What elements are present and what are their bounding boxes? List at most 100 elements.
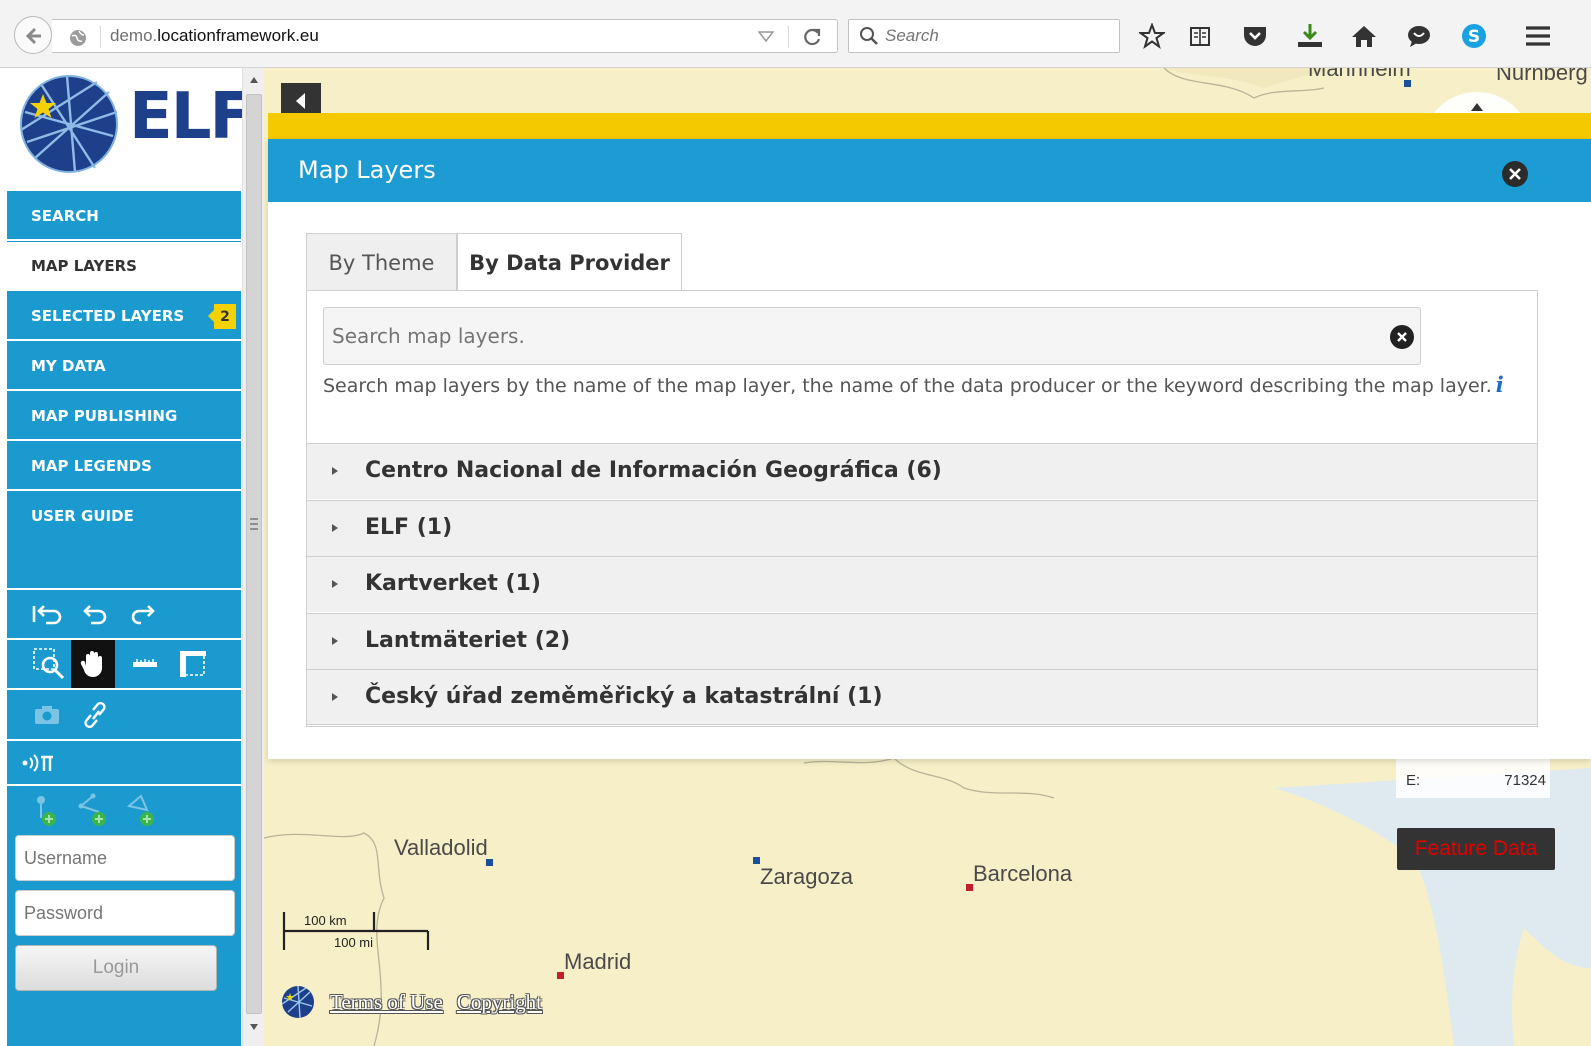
scale-bar: 100 km 100 mi bbox=[282, 910, 432, 954]
city-label: Nurnberg bbox=[1496, 68, 1588, 85]
pocket-icon[interactable] bbox=[1240, 21, 1270, 51]
city-marker bbox=[966, 884, 973, 891]
url-bar[interactable]: demo.locationframework.eu bbox=[52, 19, 838, 53]
dropdown-arrow-icon[interactable] bbox=[758, 31, 774, 43]
bookmark-star-icon[interactable] bbox=[1137, 21, 1167, 51]
menu-user-guide-label: USER GUIDE bbox=[31, 507, 134, 525]
browser-search-input[interactable] bbox=[885, 23, 1111, 49]
undo-icon[interactable] bbox=[73, 590, 117, 638]
layer-search-input[interactable] bbox=[332, 321, 1372, 351]
skype-icon[interactable]: S bbox=[1459, 21, 1489, 51]
sidebar-scrollbar[interactable] bbox=[242, 68, 264, 1046]
coordinate-display: E: 71324 bbox=[1396, 758, 1550, 798]
password-field[interactable] bbox=[15, 890, 235, 936]
history-toolbar bbox=[7, 590, 241, 640]
panel-title: Map Layers bbox=[298, 156, 436, 184]
add-line-icon[interactable] bbox=[73, 786, 117, 834]
redo-icon[interactable] bbox=[121, 590, 165, 638]
copyright-link[interactable]: Copyright bbox=[457, 990, 542, 1015]
menu-hamburger-icon[interactable] bbox=[1523, 21, 1553, 51]
reading-list-icon[interactable] bbox=[1185, 21, 1215, 51]
terms-of-use-link[interactable]: Terms of Use bbox=[330, 990, 443, 1015]
close-panel-button[interactable] bbox=[1502, 161, 1528, 187]
city-label: Barcelona bbox=[973, 861, 1073, 886]
camera-icon[interactable] bbox=[25, 691, 69, 739]
provider-label: ELF (1) bbox=[365, 515, 453, 540]
selected-layers-count-badge: 2 bbox=[208, 304, 236, 329]
link-icon[interactable] bbox=[73, 691, 117, 739]
close-icon bbox=[1509, 168, 1521, 180]
menu-map-layers[interactable]: MAP LAYERS bbox=[7, 242, 241, 291]
city-marker bbox=[486, 859, 493, 866]
city-label: Madrid bbox=[564, 949, 632, 974]
share-tools bbox=[7, 690, 241, 741]
provider-row[interactable]: Lantmäteriet (2) bbox=[307, 613, 1537, 669]
menu-search-label: SEARCH bbox=[31, 206, 99, 225]
add-area-icon[interactable] bbox=[121, 786, 165, 834]
clear-search-button[interactable] bbox=[1390, 325, 1414, 349]
tab-by-data-provider-label: By Data Provider bbox=[469, 251, 670, 275]
pan-up-icon[interactable] bbox=[1470, 102, 1484, 112]
menu-user-guide[interactable]: USER GUIDE bbox=[7, 492, 241, 590]
logo-text: ELF bbox=[129, 80, 253, 154]
menu-my-data[interactable]: MY DATA bbox=[7, 342, 241, 391]
measure-line-icon[interactable] bbox=[123, 640, 167, 688]
search-help: Search map layers by the name of the map… bbox=[323, 371, 1523, 400]
home-icon[interactable] bbox=[1349, 21, 1379, 51]
map-layers-panel: Map Layers By Theme By Data Provider Sea… bbox=[268, 139, 1591, 759]
elf-globe-icon bbox=[281, 985, 314, 1019]
menu-map-legends-label: MAP LEGENDS bbox=[31, 456, 152, 475]
grip-icon bbox=[250, 518, 258, 530]
svg-text:S: S bbox=[1468, 27, 1480, 47]
tab-by-data-provider[interactable]: By Data Provider bbox=[457, 233, 682, 292]
download-icon[interactable] bbox=[1295, 21, 1325, 51]
expand-arrow-icon bbox=[332, 580, 338, 588]
provider-label: Český úřad zeměměřický a katastrální (1) bbox=[365, 684, 883, 709]
scroll-down-icon[interactable] bbox=[249, 1023, 259, 1031]
url-separator bbox=[100, 26, 101, 48]
menu-map-publishing[interactable]: MAP PUBLISHING bbox=[7, 392, 241, 441]
back-button[interactable] bbox=[14, 16, 52, 54]
menu-selected-layers[interactable]: SELECTED LAYERS 2 bbox=[7, 292, 241, 341]
draw-tools bbox=[7, 786, 241, 832]
location-tools bbox=[7, 741, 241, 786]
map-footer: Terms of Use Copyright bbox=[280, 982, 542, 1022]
coord-e-label: E: bbox=[1406, 772, 1421, 789]
city-label: Mannheim bbox=[1308, 68, 1411, 81]
pan-hand-icon[interactable] bbox=[71, 640, 115, 688]
sidebar: ELF SEARCH MAP LAYERS SELECTED LAYERS 2 … bbox=[7, 68, 253, 1046]
elf-logo: ELF bbox=[7, 68, 253, 191]
info-icon[interactable]: i bbox=[1496, 372, 1504, 397]
username-field[interactable] bbox=[15, 835, 235, 881]
scroll-thumb[interactable] bbox=[246, 94, 262, 1014]
login-button[interactable]: Login bbox=[15, 945, 217, 991]
scroll-up-icon[interactable] bbox=[249, 76, 259, 84]
zoom-box-icon[interactable] bbox=[27, 640, 71, 688]
reload-icon[interactable] bbox=[801, 26, 823, 48]
url-separator bbox=[788, 26, 789, 48]
reset-view-icon[interactable] bbox=[25, 590, 69, 638]
browser-search[interactable] bbox=[848, 19, 1120, 53]
measure-area-icon[interactable] bbox=[171, 640, 215, 688]
feature-data-button[interactable]: Feature Data bbox=[1397, 828, 1555, 870]
city-marker bbox=[557, 972, 564, 979]
tab-by-theme-label: By Theme bbox=[328, 251, 435, 275]
provider-row[interactable]: Kartverket (1) bbox=[307, 556, 1537, 612]
globe-icon bbox=[70, 30, 86, 46]
menu-map-legends[interactable]: MAP LEGENDS bbox=[7, 442, 241, 491]
provider-row[interactable]: Centro Nacional de Información Geográfic… bbox=[307, 443, 1537, 499]
url-text: demo.locationframework.eu bbox=[110, 26, 319, 45]
gps-location-icon[interactable] bbox=[17, 739, 61, 787]
tab-by-theme[interactable]: By Theme bbox=[306, 233, 457, 292]
expand-arrow-icon bbox=[332, 467, 338, 475]
elf-globe-logo-icon bbox=[20, 75, 118, 173]
menu-my-data-label: MY DATA bbox=[31, 356, 106, 375]
menu-map-publishing-label: MAP PUBLISHING bbox=[31, 406, 178, 425]
coord-e-value: 71324 bbox=[1504, 772, 1546, 789]
provider-row[interactable]: Český úřad zeměměřický a katastrální (1) bbox=[307, 669, 1537, 725]
provider-row[interactable]: ELF (1) bbox=[307, 500, 1537, 556]
chat-icon[interactable] bbox=[1404, 21, 1434, 51]
add-point-icon[interactable] bbox=[25, 786, 69, 834]
menu-search[interactable]: SEARCH bbox=[7, 192, 241, 241]
scale-mi-label: 100 mi bbox=[334, 935, 374, 950]
